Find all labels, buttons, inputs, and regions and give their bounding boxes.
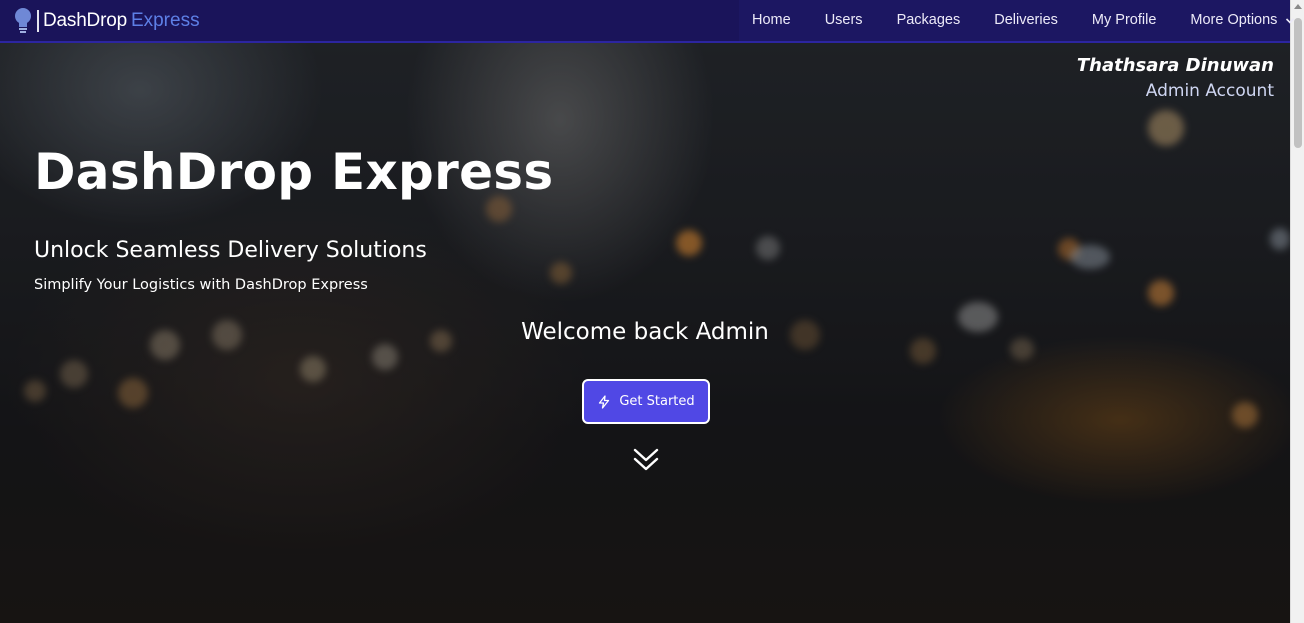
nav-item-deliveries[interactable]: Deliveries (977, 0, 1075, 41)
get-started-label: Get Started (619, 394, 695, 409)
nav-item-home[interactable]: Home (739, 0, 808, 41)
lightbulb-icon (15, 8, 31, 33)
nav-item-packages[interactable]: Packages (880, 0, 978, 41)
nav-links: Home Users Packages Deliveries My Profil… (739, 0, 1304, 41)
nav-item-my-profile[interactable]: My Profile (1075, 0, 1173, 41)
account-name: Thathsara Dinuwan (1076, 55, 1274, 76)
chevron-down-icon (1286, 17, 1295, 24)
nav-item-more-options[interactable]: More Options (1173, 0, 1304, 41)
nav-item-users[interactable]: Users (808, 0, 880, 41)
page: DashDrop Express Home Users Packages Del… (0, 0, 1304, 623)
navbar: DashDrop Express Home Users Packages Del… (0, 0, 1295, 43)
brand-divider (37, 10, 39, 32)
account-role: Admin Account (1145, 81, 1274, 101)
hero-title: DashDrop Express (34, 143, 554, 201)
hero-tagline: Simplify Your Logistics with DashDrop Ex… (34, 277, 368, 293)
page-scrollbar[interactable] (1290, 0, 1304, 623)
hero-subtitle: Unlock Seamless Delivery Solutions (34, 238, 427, 263)
double-chevron-down-icon[interactable] (632, 447, 660, 473)
welcome-message: Welcome back Admin (521, 319, 769, 345)
brand-logo[interactable]: DashDrop Express (12, 6, 200, 36)
brand-name: DashDrop (43, 10, 127, 31)
account-info: Thathsara Dinuwan Admin Account (1077, 54, 1274, 104)
brand-accent: Express (130, 10, 200, 31)
nav-item-more-options-label: More Options (1190, 12, 1278, 28)
bolt-icon (599, 394, 610, 409)
get-started-button[interactable]: Get Started (582, 379, 710, 424)
